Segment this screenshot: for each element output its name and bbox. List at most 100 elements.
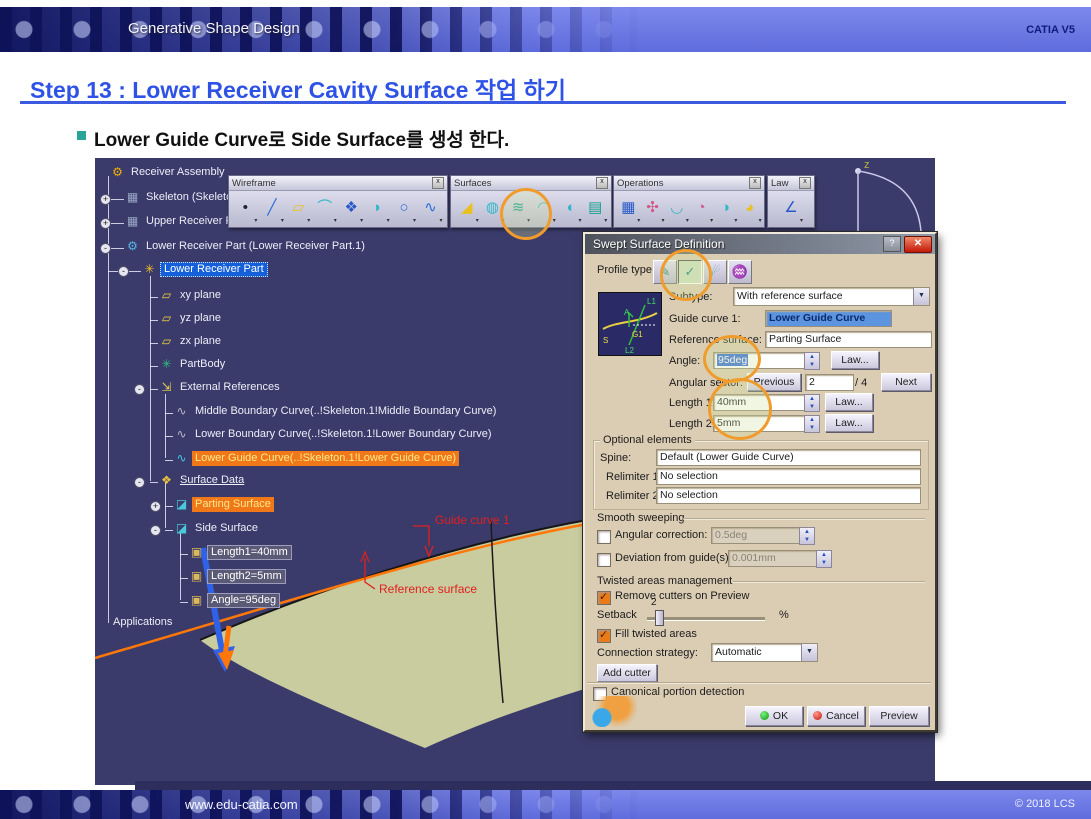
dropdown-arrow-icon[interactable]: ▾ bbox=[604, 218, 607, 224]
help-button[interactable]: ? bbox=[883, 236, 901, 252]
tree-item-external-references[interactable]: External References bbox=[177, 380, 283, 395]
toolbar-wireframe[interactable]: Wireframex•▾╱▾▱▾⌒▾❖▾◗▾○▾∿▾ bbox=[228, 175, 448, 228]
tree-item-xy-plane[interactable]: xy plane bbox=[177, 288, 224, 303]
close-icon[interactable]: x bbox=[749, 177, 761, 189]
tree-expand-side-surface[interactable]: - bbox=[150, 525, 161, 536]
chevron-down-icon[interactable]: ▼ bbox=[913, 288, 929, 305]
plane-icon[interactable]: ▱▾ bbox=[286, 195, 310, 223]
dropdown-arrow-icon[interactable]: ▾ bbox=[759, 218, 762, 224]
tree-item-lower-boundary-curve[interactable]: Lower Boundary Curve(..!Skeleton.1!Lower… bbox=[192, 427, 495, 442]
dropdown-arrow-icon[interactable]: ▾ bbox=[413, 218, 416, 224]
extrude-icon[interactable]: ◢▾ bbox=[455, 195, 479, 223]
spline-icon[interactable]: ∿▾ bbox=[419, 195, 443, 223]
angular-sector-field[interactable]: 2 bbox=[805, 374, 854, 391]
remove-cutters-checkbox[interactable] bbox=[597, 591, 611, 605]
footer-site-link[interactable]: www.edu-catia.com bbox=[185, 797, 298, 812]
join-icon[interactable]: ▦▾ bbox=[616, 195, 640, 223]
dropdown-arrow-icon[interactable]: ▾ bbox=[254, 218, 257, 224]
length1-spinner[interactable]: ▲▼ bbox=[804, 394, 820, 412]
setback-slider-thumb[interactable] bbox=[655, 610, 664, 626]
dropdown-arrow-icon[interactable]: ▾ bbox=[281, 218, 284, 224]
circle-icon[interactable]: ○▾ bbox=[392, 195, 416, 223]
boundary-curve-icon[interactable]: ◗▾ bbox=[366, 195, 390, 223]
tree-item-lower-receiver-part[interactable]: Lower Receiver Part bbox=[160, 262, 268, 277]
relimiter1-field[interactable]: No selection bbox=[656, 468, 921, 485]
dropdown-arrow-icon[interactable]: ▾ bbox=[307, 218, 310, 224]
dropdown-arrow-icon[interactable]: ▾ bbox=[360, 218, 363, 224]
tree-item-side-surface[interactable]: Side Surface bbox=[192, 521, 261, 536]
chevron-down-icon[interactable]: ▼ bbox=[801, 644, 817, 661]
dropdown-arrow-icon[interactable]: ▾ bbox=[334, 218, 337, 224]
dropdown-arrow-icon[interactable]: ▾ bbox=[579, 218, 582, 224]
connection-strategy-dropdown[interactable]: Automatic ▼ bbox=[711, 643, 818, 662]
preview-button[interactable]: Preview bbox=[869, 706, 929, 726]
reference-surface-field[interactable]: Parting Surface bbox=[765, 331, 932, 348]
untrim-icon[interactable]: ◡▾ bbox=[665, 195, 689, 223]
fill-twisted-checkbox[interactable] bbox=[597, 629, 611, 643]
add-cutter-button[interactable]: Add cutter bbox=[597, 664, 657, 682]
tree-item-skeleton[interactable]: Skeleton (Skeleton bbox=[143, 190, 241, 205]
tree-item-receiver-assembly[interactable]: Receiver Assembly bbox=[128, 165, 228, 180]
subtype-dropdown[interactable]: With reference surface ▼ bbox=[733, 287, 930, 306]
close-icon[interactable]: ✕ bbox=[904, 236, 932, 253]
tree-expand-external-references[interactable]: - bbox=[134, 384, 145, 395]
tree-item-length1[interactable]: Length1=40mm bbox=[207, 545, 292, 560]
dropdown-arrow-icon[interactable]: ▾ bbox=[387, 218, 390, 224]
point-icon[interactable]: •▾ bbox=[233, 195, 257, 223]
tree-expand-parting-surface[interactable]: + bbox=[150, 501, 161, 512]
toolbar-operations[interactable]: Operationsx▦▾✣▾◡▾◔▾◑▾◕▾ bbox=[613, 175, 765, 228]
next-button[interactable]: Next bbox=[881, 373, 931, 391]
tree-item-middle-boundary-curve[interactable]: Middle Boundary Curve(..!Skeleton.1!Midd… bbox=[192, 404, 499, 419]
close-icon[interactable]: x bbox=[432, 177, 444, 189]
line-icon[interactable]: ╱▾ bbox=[260, 195, 284, 223]
tree-item-angle[interactable]: Angle=95deg bbox=[207, 593, 280, 608]
cancel-button[interactable]: Cancel bbox=[807, 706, 865, 726]
extract-icon[interactable]: ◔▾ bbox=[689, 195, 713, 223]
deviation-spinner[interactable]: ▲▼ bbox=[816, 550, 832, 568]
dropdown-arrow-icon[interactable]: ▾ bbox=[476, 218, 479, 224]
swept-surface-dialog[interactable]: Swept Surface Definition ? ✕ Profile typ… bbox=[583, 232, 937, 732]
tree-item-parting-surface[interactable]: Parting Surface bbox=[192, 497, 274, 512]
tree-item-yz-plane[interactable]: yz plane bbox=[177, 311, 224, 326]
toolbar-law[interactable]: Lawx∠▾ bbox=[767, 175, 815, 228]
blend-icon[interactable]: ▤▾ bbox=[583, 195, 607, 223]
dropdown-arrow-icon[interactable]: ▾ bbox=[439, 218, 442, 224]
fill-icon[interactable]: ◖▾ bbox=[558, 195, 582, 223]
tree-expand-lower-receiver-part[interactable]: - bbox=[118, 266, 129, 277]
relimiter2-field[interactable]: No selection bbox=[656, 487, 921, 504]
tree-item-lower-guide-curve[interactable]: Lower Guide Curve(..!Skeleton.1!Lower Gu… bbox=[192, 451, 459, 466]
tree-item-length2[interactable]: Length2=5mm bbox=[207, 569, 286, 584]
length1-law-button[interactable]: Law... bbox=[825, 393, 873, 411]
length2-law-button[interactable]: Law... bbox=[825, 414, 873, 432]
deviation-checkbox[interactable] bbox=[597, 553, 611, 567]
tree-item-surface-data[interactable]: Surface Data bbox=[177, 473, 247, 488]
healing-icon[interactable]: ✣▾ bbox=[641, 195, 665, 223]
fillet-icon[interactable]: ◕▾ bbox=[738, 195, 762, 223]
tree-item-applications[interactable]: Applications bbox=[110, 615, 175, 630]
dropdown-arrow-icon[interactable]: ▾ bbox=[800, 218, 803, 224]
angle-law-button[interactable]: Law... bbox=[831, 351, 879, 369]
profile-conic-button[interactable]: ♒ bbox=[728, 260, 752, 284]
tree-item-upper-receiver-part[interactable]: Upper Receiver P bbox=[143, 214, 236, 229]
tree-item-partbody[interactable]: PartBody bbox=[177, 357, 228, 372]
intersection-icon[interactable]: ❖▾ bbox=[339, 195, 363, 223]
close-icon[interactable]: x bbox=[596, 177, 608, 189]
projection-icon[interactable]: ⌒▾ bbox=[313, 195, 337, 223]
tree-item-lower-receiver-part-node[interactable]: Lower Receiver Part (Lower Receiver Part… bbox=[143, 239, 368, 254]
split-trim-icon[interactable]: ◑▾ bbox=[713, 195, 737, 223]
tree-item-zx-plane[interactable]: zx plane bbox=[177, 334, 224, 349]
angular-correction-checkbox[interactable] bbox=[597, 530, 611, 544]
tree-expand-lower-receiver-part-node[interactable]: - bbox=[100, 243, 111, 254]
dropdown-arrow-icon[interactable]: ▾ bbox=[553, 218, 556, 224]
setback-slider-track[interactable] bbox=[647, 617, 765, 620]
tree-expand-skeleton[interactable]: + bbox=[100, 194, 111, 205]
law-icon[interactable]: ∠▾ bbox=[779, 195, 803, 223]
dialog-titlebar[interactable]: Swept Surface Definition ? ✕ bbox=[585, 234, 935, 254]
angular-correction-spinner[interactable]: ▲▼ bbox=[799, 527, 815, 545]
guide-curve-field[interactable]: Lower Guide Curve bbox=[765, 310, 892, 327]
tree-expand-upper-receiver-part[interactable]: + bbox=[100, 218, 111, 229]
close-icon[interactable]: x bbox=[799, 177, 811, 189]
angle-spinner[interactable]: ▲▼ bbox=[804, 352, 820, 370]
length2-spinner[interactable]: ▲▼ bbox=[804, 415, 820, 433]
ok-button[interactable]: OK bbox=[745, 706, 803, 726]
